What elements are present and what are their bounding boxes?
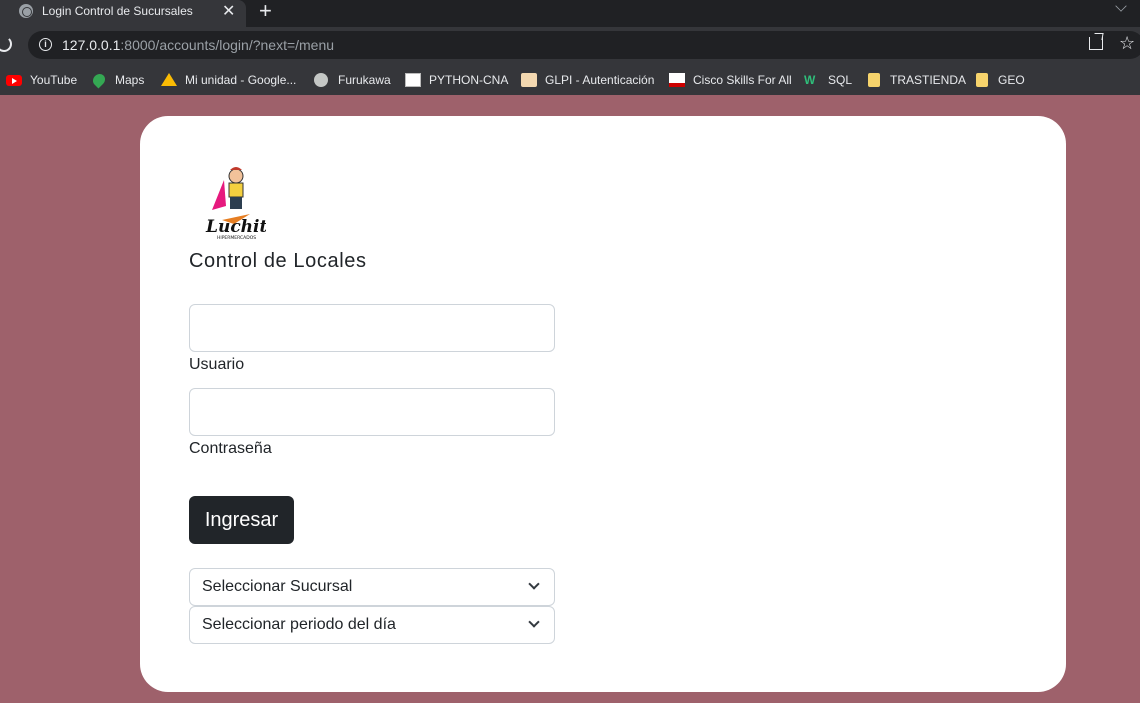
login-button[interactable]: Ingresar [189,496,294,544]
close-tab-icon[interactable]: ✕ [222,1,235,21]
login-card: Luchito HIPERMERCADOS Control de Locales… [140,116,1066,692]
maps-icon [90,71,108,89]
password-input[interactable] [189,388,555,436]
chevron-down-icon[interactable] [1115,0,1127,12]
bookmark-label: TRASTIENDA [890,73,967,87]
chevron-down-icon [528,616,540,628]
folder-icon [868,73,880,87]
svg-text:HIPERMERCADOS: HIPERMERCADOS [217,235,256,241]
bookmarks-bar: YouTube Maps Mi unidad - Google... Furuk… [0,65,1140,95]
bookmark-label: SQL [828,73,853,87]
url-text[interactable]: 127.0.0.1:8000/accounts/login/?next=/men… [62,37,334,53]
browser-tab-bar: Login Control de Sucursales ✕ + [0,0,1140,27]
bookmark-label: GEO [998,73,1025,87]
globe-icon [19,4,33,18]
branch-select-value: Seleccionar Sucursal [202,578,353,595]
w-icon: W [804,73,816,87]
username-input[interactable] [189,304,555,352]
browser-toolbar: i 127.0.0.1:8000/accounts/login/?next=/m… [0,27,1140,65]
svg-text:Luchito: Luchito [205,217,266,237]
bookmark-star-icon[interactable]: ☆ [1119,33,1135,54]
period-select[interactable]: Seleccionar periodo del día [189,606,555,644]
globe-icon [314,73,328,87]
bookmark-label: GLPI - Autenticación [545,73,655,87]
glpi-icon [521,73,537,87]
bookmark-label: Cisco Skills For All [693,73,792,87]
folder-icon [976,73,988,87]
cisco-icon [669,73,685,87]
period-select-value: Seleccionar periodo del día [202,616,396,633]
chevron-down-icon [528,578,540,590]
info-icon[interactable]: i [39,38,52,51]
address-bar[interactable]: i 127.0.0.1:8000/accounts/login/?next=/m… [28,31,1140,59]
browser-tab[interactable]: Login Control de Sucursales ✕ [0,0,246,27]
bookmark-label: YouTube [30,73,78,87]
cisco-icon [405,73,421,87]
branch-select[interactable]: Seleccionar Sucursal [189,568,555,606]
company-logo: Luchito HIPERMERCADOS [205,167,266,241]
username-label: Usuario [189,356,245,373]
google-drive-icon [161,73,177,86]
bookmark-label: Furukawa [338,73,391,87]
tab-title: Login Control de Sucursales [42,4,193,18]
share-icon[interactable] [1089,37,1103,50]
new-tab-icon[interactable]: + [259,0,272,24]
youtube-icon [6,75,22,86]
bookmark-label: Mi unidad - Google... [185,73,297,87]
bookmark-label: PYTHON-CNA [429,73,509,87]
password-label: Contraseña [189,440,272,457]
bookmark-label: Maps [115,73,145,87]
page-title: Control de Locales [189,250,367,272]
reload-icon[interactable] [0,36,12,52]
